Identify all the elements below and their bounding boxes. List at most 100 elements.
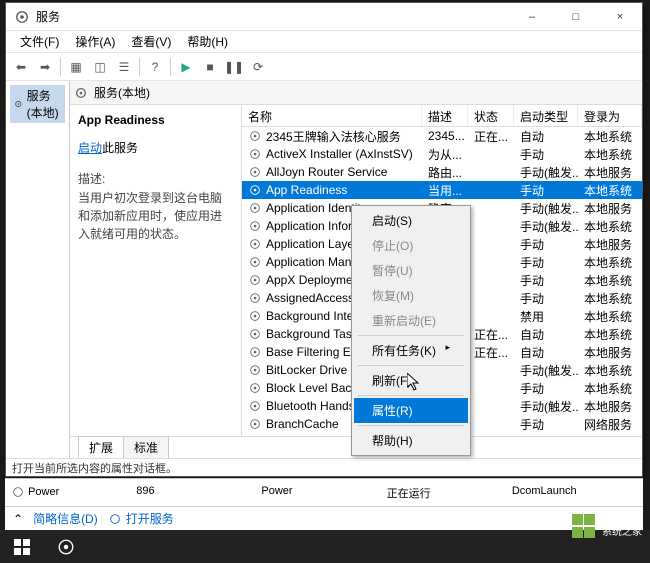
show-hide-button[interactable]: ▦: [65, 56, 87, 78]
start-link[interactable]: 启动: [78, 141, 102, 155]
col-logon[interactable]: 登录为: [578, 105, 642, 126]
service-icon: [248, 255, 262, 269]
gear-icon: [14, 97, 23, 111]
service-icon: [248, 309, 262, 323]
tree-label: 服务(本地): [27, 87, 61, 121]
col-desc[interactable]: 描述: [422, 105, 468, 126]
stop-button[interactable]: ■: [199, 56, 221, 78]
service-icon: [248, 237, 262, 251]
service-icon: [248, 291, 262, 305]
service-icon: [248, 381, 262, 395]
statusbar: 打开当前所选内容的属性对话框。: [6, 458, 642, 476]
settings-button[interactable]: [44, 530, 88, 563]
service-icon: [248, 147, 262, 161]
brief-info-link[interactable]: 简略信息(D): [33, 510, 98, 527]
start-service-action: 启动此服务: [78, 139, 233, 156]
menu-item[interactable]: 所有任务(K): [354, 338, 468, 363]
tab-standard[interactable]: 标准: [123, 436, 169, 458]
tree-services-local[interactable]: 服务(本地): [10, 85, 65, 123]
main-header: 服务(本地): [70, 81, 642, 105]
service-row[interactable]: 2345王牌输入法核心服务2345...正在...自动本地系统: [242, 127, 642, 145]
service-icon: [248, 129, 262, 143]
menu-item[interactable]: 帮助(H): [354, 428, 468, 453]
background-process-row: Power 896 Power 正在运行 DcomLaunch: [5, 478, 643, 506]
service-icon: [248, 219, 262, 233]
restart-button[interactable]: ⟳: [247, 56, 269, 78]
menu-item[interactable]: 启动(S): [354, 208, 468, 233]
description-label: 描述:: [78, 170, 233, 187]
menu-item[interactable]: 刷新(F): [354, 368, 468, 393]
col-name[interactable]: 名称: [242, 105, 422, 126]
menu-separator: [358, 335, 464, 336]
service-icon: [248, 345, 262, 359]
close-button[interactable]: ×: [598, 3, 642, 31]
gear-icon: [108, 512, 122, 526]
col-status[interactable]: 状态: [468, 105, 514, 126]
context-menu[interactable]: 启动(S)停止(O)暂停(U)恢复(M)重新启动(E) 所有任务(K) 刷新(F) 属…: [351, 205, 471, 456]
watermark-logo: [572, 514, 596, 538]
menu-file[interactable]: 文件(F): [12, 31, 67, 52]
service-icon: [248, 165, 262, 179]
bg-svc-name: Power: [11, 485, 136, 501]
services-window: 服务 – □ × 文件(F) 操作(A) 查看(V) 帮助(H) ⬅ ➡ ▦ ◫…: [5, 2, 643, 477]
window-buttons: – □ ×: [510, 3, 642, 31]
description-text: 当用户初次登录到这台电脑和添加新应用时，使应用进入就绪可用的状态。: [78, 189, 233, 243]
expand-toggle[interactable]: ⌃: [13, 512, 23, 526]
bg-group: DcomLaunch: [512, 485, 637, 501]
service-row[interactable]: AllJoyn Router Service路由...手动(触发...本地服务: [242, 163, 642, 181]
menu-help[interactable]: 帮助(H): [179, 31, 236, 52]
bg-status: 正在运行: [387, 485, 512, 501]
menu-item[interactable]: 属性(R): [354, 398, 468, 423]
open-services-link[interactable]: 打开服务: [108, 510, 174, 527]
menu-item: 恢复(M): [354, 283, 468, 308]
service-row[interactable]: App Readiness当用...手动本地系统: [242, 181, 642, 199]
service-icon: [248, 183, 262, 197]
menu-separator: [358, 365, 464, 366]
content-area: 服务(本地) 服务(本地) App Readiness 启动此服务 描述: 当用…: [6, 81, 642, 458]
menu-item: 停止(O): [354, 233, 468, 258]
forward-button[interactable]: ➡: [34, 56, 56, 78]
bg-pid: 896: [136, 485, 261, 501]
help-button[interactable]: ?: [144, 56, 166, 78]
titlebar[interactable]: 服务 – □ ×: [6, 3, 642, 31]
main-header-title: 服务(本地): [94, 84, 150, 101]
service-icon: [248, 399, 262, 413]
list-header: 名称 描述 状态 启动类型 登录为: [242, 105, 642, 127]
service-icon: [248, 417, 262, 431]
menubar: 文件(F) 操作(A) 查看(V) 帮助(H): [6, 31, 642, 53]
back-button[interactable]: ⬅: [10, 56, 32, 78]
menu-separator: [358, 425, 464, 426]
start-button[interactable]: ▶: [175, 56, 197, 78]
separator: [170, 58, 171, 76]
separator: [139, 58, 140, 76]
col-startup[interactable]: 启动类型: [514, 105, 578, 126]
bg-desc: Power: [261, 485, 386, 501]
tab-extended[interactable]: 扩展: [78, 436, 124, 458]
service-icon: [248, 201, 262, 215]
menu-view[interactable]: 查看(V): [123, 31, 179, 52]
window-title: 服务: [36, 8, 510, 25]
menu-item: 重新启动(E): [354, 308, 468, 333]
background-footer: ⌃ 简略信息(D) 打开服务: [5, 506, 643, 530]
start-menu-button[interactable]: [0, 530, 44, 563]
minimize-button[interactable]: –: [510, 3, 554, 31]
watermark-text: Win10 系统之家: [602, 513, 642, 539]
service-row[interactable]: ActiveX Installer (AxInstSV)为从...手动本地系统: [242, 145, 642, 163]
service-icon: [248, 273, 262, 287]
menu-action[interactable]: 操作(A): [67, 31, 123, 52]
details-pane: App Readiness 启动此服务 描述: 当用户初次登录到这台电脑和添加新…: [70, 105, 242, 436]
toolbar: ⬅ ➡ ▦ ◫ ☰ ? ▶ ■ ❚❚ ⟳: [6, 53, 642, 81]
menu-item: 暂停(U): [354, 258, 468, 283]
gear-icon: [74, 86, 88, 100]
tree-sidebar: 服务(本地): [6, 81, 70, 458]
service-icon: [248, 435, 262, 436]
menu-separator: [358, 395, 464, 396]
services-icon: [14, 9, 30, 25]
export-button[interactable]: ◫: [89, 56, 111, 78]
separator: [60, 58, 61, 76]
taskbar[interactable]: [0, 530, 650, 563]
maximize-button[interactable]: □: [554, 3, 598, 31]
pause-button[interactable]: ❚❚: [223, 56, 245, 78]
properties-button[interactable]: ☰: [113, 56, 135, 78]
selected-service-name: App Readiness: [78, 113, 233, 127]
